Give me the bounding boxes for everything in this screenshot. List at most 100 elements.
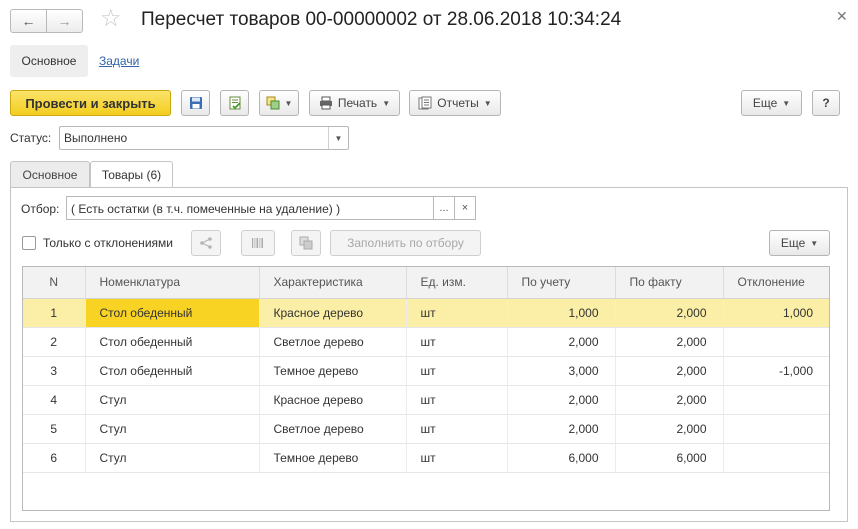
report-icon bbox=[418, 96, 432, 110]
cell-item[interactable]: Стол обеденный bbox=[85, 356, 260, 386]
chevron-down-icon: ▼ bbox=[782, 98, 791, 108]
barcode-button[interactable] bbox=[241, 230, 275, 256]
close-icon[interactable]: ✕ bbox=[836, 8, 848, 25]
cell-deviation[interactable] bbox=[723, 414, 829, 444]
share-icon bbox=[200, 237, 212, 249]
table-row[interactable]: 3 Стол обеденный Темное дерево шт 3,000 … bbox=[23, 356, 829, 386]
goods-table[interactable]: N Номенклатура Характеристика Ед. изм. П… bbox=[22, 266, 830, 511]
cell-item[interactable]: Стол обеденный bbox=[85, 298, 260, 328]
forward-button[interactable]: → bbox=[46, 9, 83, 33]
cell-unit[interactable]: шт bbox=[406, 443, 508, 473]
chevron-down-icon[interactable]: ▼ bbox=[328, 127, 348, 149]
tab-main[interactable]: Основное bbox=[10, 161, 90, 187]
cell-actual[interactable]: 2,000 bbox=[615, 414, 724, 444]
cell-accounted[interactable]: 2,000 bbox=[507, 327, 616, 357]
column-header-n[interactable]: N bbox=[23, 267, 86, 299]
cell-characteristic[interactable]: Светлое дерево bbox=[259, 327, 407, 357]
status-select[interactable]: Выполнено ▼ bbox=[59, 126, 349, 150]
cell-unit[interactable]: шт bbox=[406, 385, 508, 415]
column-header-deviation[interactable]: Отклонение bbox=[723, 267, 829, 299]
cell-n[interactable]: 1 bbox=[23, 298, 86, 328]
chevron-down-icon: ▼ bbox=[483, 98, 492, 108]
cell-item[interactable]: Стул bbox=[85, 414, 260, 444]
table-row[interactable]: 6 Стул Темное дерево шт 6,000 6,000 bbox=[23, 443, 829, 473]
cell-actual[interactable]: 2,000 bbox=[615, 356, 724, 386]
cell-characteristic[interactable]: Темное дерево bbox=[259, 356, 407, 386]
reports-button[interactable]: Отчеты ▼ bbox=[409, 90, 501, 116]
cell-deviation[interactable]: 1,000 bbox=[723, 298, 829, 328]
cell-accounted[interactable]: 2,000 bbox=[507, 414, 616, 444]
post-and-close-button[interactable]: Провести и закрыть bbox=[10, 90, 171, 116]
cell-item[interactable]: Стул bbox=[85, 443, 260, 473]
cell-deviation[interactable]: -1,000 bbox=[723, 356, 829, 386]
cell-n[interactable]: 6 bbox=[23, 443, 86, 473]
create-based-on-icon bbox=[266, 96, 280, 110]
cell-accounted[interactable]: 1,000 bbox=[507, 298, 616, 328]
cell-deviation[interactable] bbox=[723, 443, 829, 473]
create-based-on-button[interactable]: ▼ bbox=[259, 90, 299, 116]
cell-accounted[interactable]: 2,000 bbox=[507, 385, 616, 415]
printer-icon bbox=[319, 96, 332, 110]
column-header-actual[interactable]: По факту bbox=[615, 267, 724, 299]
cell-n[interactable]: 4 bbox=[23, 385, 86, 415]
goods-more-button[interactable]: Еще ▼ bbox=[769, 230, 830, 256]
goods-more-label: Еще bbox=[780, 236, 806, 250]
filter-input[interactable]: ( Есть остатки (в т.ч. помеченные на уда… bbox=[66, 196, 433, 220]
cell-actual[interactable]: 6,000 bbox=[615, 443, 724, 473]
tab-goods[interactable]: Товары (6) bbox=[90, 161, 173, 188]
cell-actual[interactable]: 2,000 bbox=[615, 298, 724, 328]
cell-deviation[interactable] bbox=[723, 385, 829, 415]
print-button[interactable]: Печать ▼ bbox=[309, 90, 400, 116]
save-button[interactable] bbox=[181, 90, 210, 116]
reports-label: Отчеты bbox=[437, 96, 479, 110]
cell-n[interactable]: 3 bbox=[23, 356, 86, 386]
table-row[interactable]: 4 Стул Красное дерево шт 2,000 2,000 bbox=[23, 385, 829, 415]
fill-by-filter-button[interactable]: Заполнить по отбору bbox=[330, 230, 481, 256]
more-button[interactable]: Еще ▼ bbox=[741, 90, 802, 116]
more-label: Еще bbox=[752, 96, 778, 110]
column-header-unit[interactable]: Ед. изм. bbox=[406, 267, 508, 299]
cell-unit[interactable]: шт bbox=[406, 327, 508, 357]
arrow-left-icon: ← bbox=[21, 13, 36, 29]
cell-characteristic[interactable]: Красное дерево bbox=[259, 298, 407, 328]
cell-characteristic[interactable]: Светлое дерево bbox=[259, 414, 407, 444]
arrow-right-icon: → bbox=[57, 13, 72, 29]
page-title: Пересчет товаров 00-00000002 от 28.06.20… bbox=[141, 9, 622, 30]
status-label: Статус: bbox=[10, 131, 52, 145]
print-label: Печать bbox=[337, 96, 378, 110]
cell-characteristic[interactable]: Красное дерево bbox=[259, 385, 407, 415]
column-header-characteristic[interactable]: Характеристика bbox=[259, 267, 407, 299]
cell-item[interactable]: Стол обеденный bbox=[85, 327, 260, 357]
cell-deviation[interactable] bbox=[723, 327, 829, 357]
cell-unit[interactable]: шт bbox=[406, 356, 508, 386]
table-row[interactable]: 1 Стол обеденный Красное дерево шт 1,000… bbox=[23, 298, 829, 328]
table-row[interactable]: 2 Стол обеденный Светлое дерево шт 2,000… bbox=[23, 327, 829, 357]
only-deviations-label[interactable]: Только с отклонениями bbox=[43, 236, 173, 250]
column-header-item[interactable]: Номенклатура bbox=[85, 267, 260, 299]
cell-n[interactable]: 5 bbox=[23, 414, 86, 444]
cell-n[interactable]: 2 bbox=[23, 327, 86, 357]
chevron-down-icon: ▼ bbox=[284, 98, 293, 108]
cell-unit[interactable]: шт bbox=[406, 298, 508, 328]
filter-choose-button[interactable]: ... bbox=[433, 196, 455, 220]
column-header-accounted[interactable]: По учету bbox=[507, 267, 616, 299]
back-button[interactable]: ← bbox=[10, 9, 47, 33]
cell-actual[interactable]: 2,000 bbox=[615, 385, 724, 415]
help-button[interactable]: ? bbox=[812, 90, 840, 116]
table-row[interactable]: 5 Стул Светлое дерево шт 2,000 2,000 bbox=[23, 414, 829, 444]
cell-item[interactable]: Стул bbox=[85, 385, 260, 415]
cell-accounted[interactable]: 6,000 bbox=[507, 443, 616, 473]
only-deviations-checkbox[interactable] bbox=[22, 236, 36, 250]
section-main[interactable]: Основное bbox=[10, 45, 88, 77]
share-button[interactable] bbox=[191, 230, 221, 256]
filter-clear-button[interactable]: × bbox=[454, 196, 476, 220]
cell-unit[interactable]: шт bbox=[406, 414, 508, 444]
section-tasks-link[interactable]: Задачи bbox=[99, 54, 139, 68]
copy-rows-button[interactable] bbox=[291, 230, 321, 256]
star-icon[interactable]: ☆ bbox=[100, 7, 122, 31]
post-button[interactable] bbox=[220, 90, 249, 116]
cell-characteristic[interactable]: Темное дерево bbox=[259, 443, 407, 473]
chevron-down-icon: ▼ bbox=[382, 98, 391, 108]
cell-actual[interactable]: 2,000 bbox=[615, 327, 724, 357]
cell-accounted[interactable]: 3,000 bbox=[507, 356, 616, 386]
